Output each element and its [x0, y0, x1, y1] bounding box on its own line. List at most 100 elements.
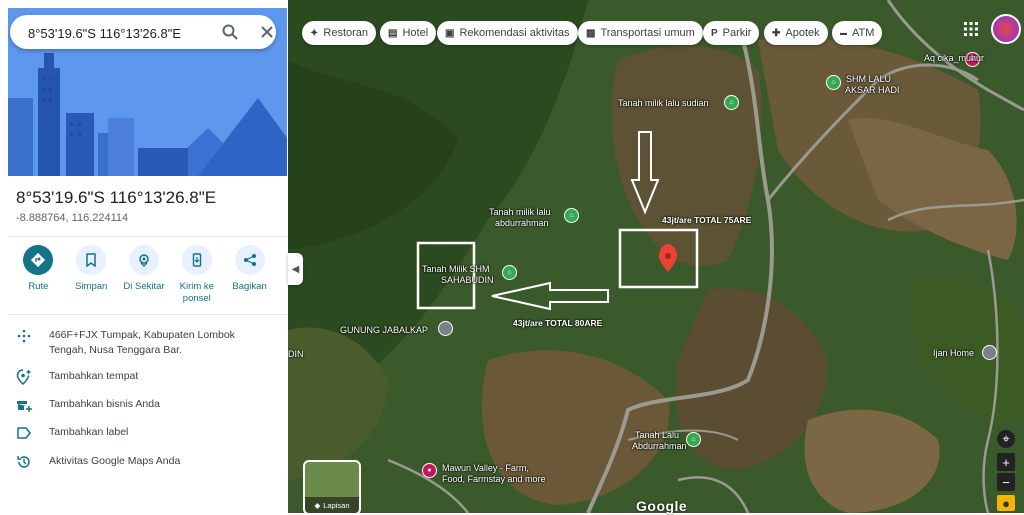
map-label[interactable]: AKSAR HADI — [845, 85, 900, 96]
place-marker-icon[interactable] — [982, 345, 997, 360]
account-avatar[interactable] — [991, 14, 1021, 44]
zoom-out-button[interactable]: − — [997, 473, 1015, 491]
chip-parking[interactable]: P Parkir — [703, 21, 760, 45]
map-label[interactable]: abdurrahman — [495, 218, 549, 229]
add-place-icon — [16, 369, 31, 385]
chip-activities[interactable]: ▣ Rekomendasi aktivitas — [437, 21, 578, 45]
poi-marker-icon[interactable]: ⌂ — [686, 432, 701, 447]
farm-marker-icon[interactable]: ● — [422, 463, 437, 478]
poi-marker-icon[interactable]: ⌂ — [564, 208, 579, 223]
peak-marker-icon[interactable] — [438, 321, 453, 336]
plus-code-row[interactable]: 466F+FJX Tumpak, Kabupaten Lombok Tengah… — [16, 328, 274, 358]
apps-grid-icon[interactable] — [964, 22, 978, 41]
map-label: DIN — [288, 349, 304, 359]
send-to-phone-icon — [181, 245, 212, 275]
search-input[interactable] — [26, 22, 210, 44]
plus-code-text: 466F+FJX Tumpak, Kabupaten Lombok Tengah… — [49, 329, 235, 356]
poi-marker-icon[interactable]: ⌂ — [826, 75, 841, 90]
share-icon — [234, 245, 265, 275]
map-canvas[interactable]: ⌂ ⌂ ⌂ ⌂ ⌂ ● ● Tanah milik lalu sudian Ta… — [288, 0, 1024, 513]
google-logo: Google — [636, 498, 688, 514]
history-icon — [17, 456, 30, 468]
map-label[interactable]: Aq cika_muhur — [924, 53, 984, 64]
chip-hotel[interactable]: ▤ Hotel — [380, 21, 437, 45]
chip-label: Restoran — [323, 27, 369, 39]
search-icon[interactable] — [221, 23, 239, 41]
chip-label: Apotek — [785, 27, 820, 39]
restaurant-icon: ✦ — [310, 27, 319, 39]
map-label[interactable]: Food, Farmstay and more — [442, 474, 546, 485]
chip-transit[interactable]: ▩ Transportasi umum — [578, 21, 703, 45]
directions-icon — [23, 245, 54, 275]
chip-label: Parkir — [722, 27, 752, 39]
minus-icon: − — [1002, 474, 1010, 490]
chip-label: Transportasi umum — [600, 27, 695, 39]
chevron-left-icon: ◀ — [291, 263, 300, 275]
bookmark-icon — [76, 245, 107, 275]
poi-marker-icon[interactable]: ⌂ — [724, 95, 739, 110]
pegman-button[interactable]: ● — [997, 495, 1015, 511]
map-label[interactable]: Ijan Home — [933, 348, 974, 359]
nearby-icon — [128, 245, 159, 275]
zoom-in-button[interactable]: + — [997, 453, 1015, 471]
camera-icon: ▣ — [445, 27, 455, 39]
layers-button[interactable]: ◆ Lapisan — [303, 460, 361, 515]
chip-label: ATM — [852, 27, 875, 39]
layers-label: Lapisan — [323, 500, 350, 510]
hotel-icon: ▤ — [388, 27, 398, 39]
add-business-row[interactable]: Tambahkan bisnis Anda — [16, 397, 274, 413]
chip-label: Rekomendasi aktivitas — [459, 27, 570, 39]
divider — [8, 236, 287, 237]
add-place-text: Tambahkan tempat — [49, 370, 139, 382]
chip-label: Hotel — [402, 27, 429, 39]
action-label: Rute — [28, 281, 49, 292]
plus-code-icon — [17, 329, 31, 343]
action-label: Kirim ke ponsel — [179, 281, 214, 304]
label-icon — [17, 427, 31, 439]
map-label[interactable]: Tanah Milik SHM — [422, 264, 490, 275]
close-icon[interactable] — [258, 23, 276, 41]
decimal-coordinates: -8.888764, 116.224114 — [16, 212, 129, 224]
action-bar: Rute Simpan Di Sekitar Kirim ke ponsel B… — [12, 245, 276, 305]
route-button[interactable]: Rute — [12, 245, 65, 305]
map-label[interactable]: SAHABUDIN — [441, 275, 494, 286]
map-label[interactable]: Tanah milik lalu — [489, 207, 551, 218]
divider — [8, 314, 287, 315]
map-label[interactable]: Tanah milik lalu sudian — [618, 98, 709, 109]
atm-icon: ▬ — [840, 29, 847, 37]
nearby-button[interactable]: Di Sekitar — [118, 245, 171, 305]
share-button[interactable]: Bagikan — [223, 245, 276, 305]
my-location-button[interactable]: ⌖ — [997, 430, 1015, 448]
bus-icon: ▩ — [586, 27, 596, 39]
add-label-text: Tambahkan label — [49, 426, 129, 438]
layers-icon: ◆ — [314, 500, 321, 510]
action-label: Bagikan — [232, 281, 267, 292]
map-label[interactable]: Abdurrahman — [632, 441, 687, 452]
chip-atm[interactable]: ▬ ATM — [832, 21, 883, 45]
chip-pharmacy[interactable]: ✚ Apotek — [764, 21, 828, 45]
search-box — [10, 15, 276, 49]
chip-restaurant[interactable]: ✦ Restoran — [302, 21, 377, 45]
save-button[interactable]: Simpan — [65, 245, 118, 305]
map-label[interactable]: Tanah Lalu — [635, 430, 679, 441]
crosshair-icon: ⌖ — [1002, 431, 1010, 446]
parking-icon: P — [711, 27, 718, 39]
place-title: 8°53'19.6"S 116°13'26.8"E — [16, 188, 217, 207]
add-label-row[interactable]: Tambahkan label — [16, 425, 274, 441]
activity-row[interactable]: Aktivitas Google Maps Anda — [16, 454, 274, 470]
price-annotation: 43jt/are TOTAL 75ARE — [662, 215, 752, 225]
add-place-row[interactable]: Tambahkan tempat — [16, 369, 274, 385]
poi-marker-icon[interactable]: ⌂ — [502, 265, 517, 280]
map-label[interactable]: Mawun Valley - Farm, — [442, 463, 529, 474]
collapse-panel-button[interactable]: ◀ — [288, 253, 303, 285]
activity-text: Aktivitas Google Maps Anda — [49, 455, 181, 467]
add-business-text: Tambahkan bisnis Anda — [49, 398, 160, 410]
add-business-icon — [17, 401, 32, 412]
map-label[interactable]: GUNUNG JABALKAP — [340, 325, 428, 336]
action-label: Di Sekitar — [123, 281, 165, 292]
map-label[interactable]: SHM LALU — [846, 74, 891, 85]
pharmacy-icon: ✚ — [772, 27, 781, 39]
pegman-icon: ● — [1002, 495, 1010, 511]
send-to-phone-button[interactable]: Kirim ke ponsel — [170, 245, 223, 305]
plus-icon: + — [1002, 454, 1010, 470]
